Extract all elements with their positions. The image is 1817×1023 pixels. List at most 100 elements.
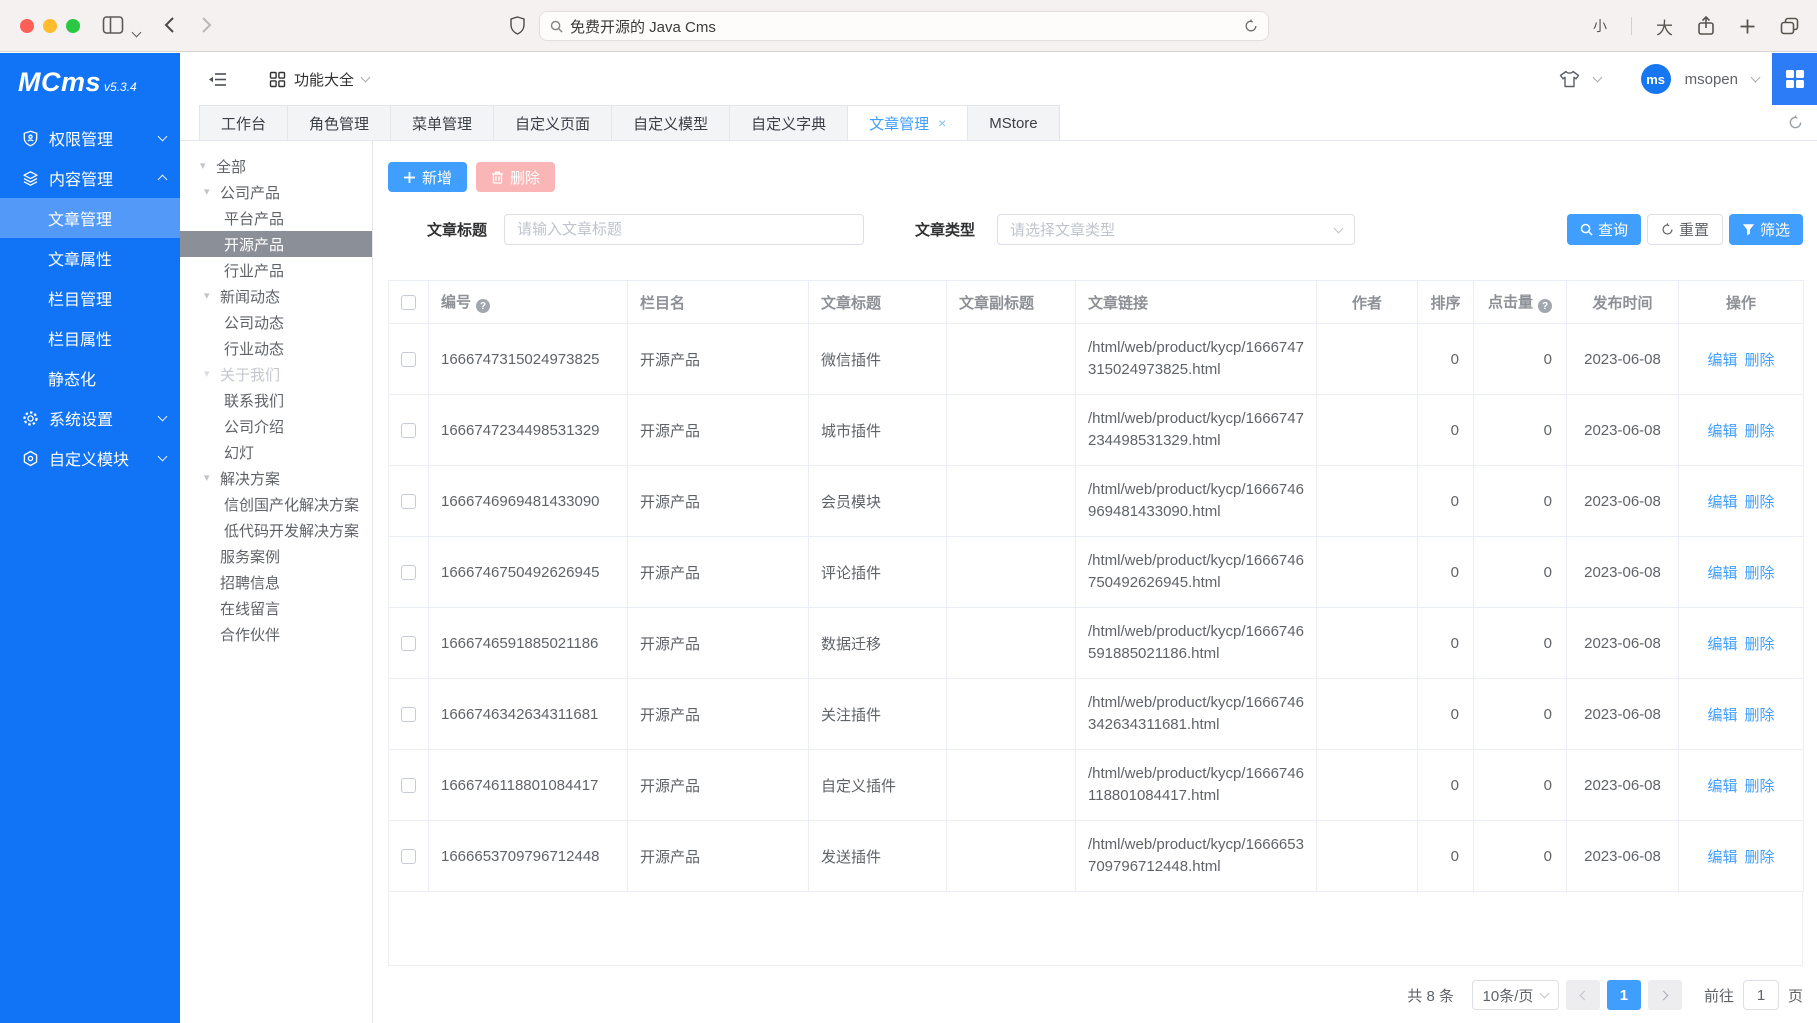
divider: [1631, 17, 1632, 35]
help-icon[interactable]: ?: [1538, 299, 1552, 313]
tree-node[interactable]: 招聘信息: [180, 569, 372, 595]
collapse-menu-icon[interactable]: [208, 71, 227, 88]
sidebar-item-column-attributes[interactable]: 栏目属性: [0, 318, 180, 358]
tree-node[interactable]: 服务案例: [180, 543, 372, 569]
edit-link[interactable]: 编辑: [1707, 420, 1737, 441]
tree-node-selected[interactable]: 开源产品: [180, 231, 372, 257]
sidebar-item-custom-modules[interactable]: 自定义模块: [0, 438, 180, 478]
row-checkbox[interactable]: [401, 707, 416, 722]
tab-custom-dict[interactable]: 自定义字典: [729, 105, 848, 140]
sidebar-item-permissions[interactable]: 权限管理: [0, 118, 180, 158]
edit-link[interactable]: 编辑: [1707, 562, 1737, 583]
zoom-window-button[interactable]: [66, 19, 80, 33]
share-icon[interactable]: [1697, 16, 1715, 36]
theme-icon[interactable]: [1559, 70, 1580, 88]
goto-page-input[interactable]: [1743, 980, 1779, 1010]
avatar[interactable]: ms: [1641, 64, 1671, 94]
article-title-input[interactable]: [504, 214, 864, 245]
tree-node[interactable]: 公司介绍: [180, 413, 372, 439]
close-window-button[interactable]: [20, 19, 34, 33]
chevron-down-icon[interactable]: [1751, 73, 1761, 83]
row-checkbox[interactable]: [401, 778, 416, 793]
delete-link[interactable]: 删除: [1745, 420, 1775, 441]
minimize-window-button[interactable]: [43, 19, 57, 33]
tree-node[interactable]: 公司动态: [180, 309, 372, 335]
edit-link[interactable]: 编辑: [1707, 704, 1737, 725]
browser-sidebar-icon[interactable]: [102, 15, 124, 35]
apps-launcher-button[interactable]: [1772, 53, 1817, 105]
delete-link[interactable]: 删除: [1745, 349, 1775, 370]
tree-node-all[interactable]: ▾全部: [180, 153, 372, 179]
tree-node[interactable]: ▾新闻动态: [180, 283, 372, 309]
row-checkbox[interactable]: [401, 849, 416, 864]
row-checkbox[interactable]: [401, 636, 416, 651]
sidebar-item-system-settings[interactable]: 系统设置: [0, 398, 180, 438]
chevron-down-icon[interactable]: [133, 23, 140, 40]
tree-node-disabled[interactable]: ▾关于我们: [180, 361, 372, 387]
prev-page-button[interactable]: [1566, 980, 1600, 1010]
address-bar[interactable]: 免费开源的 Java Cms: [539, 11, 1269, 41]
tab-menu-management[interactable]: 菜单管理: [390, 105, 494, 140]
page-size-select[interactable]: 10条/页: [1472, 980, 1559, 1010]
select-all-checkbox[interactable]: [401, 295, 416, 310]
reload-icon[interactable]: [1244, 19, 1258, 33]
tree-node[interactable]: 幻灯: [180, 439, 372, 465]
sidebar-item-content[interactable]: 内容管理: [0, 158, 180, 198]
text-larger-button[interactable]: 大: [1656, 14, 1673, 39]
new-tab-icon[interactable]: [1739, 18, 1756, 35]
row-checkbox[interactable]: [401, 352, 416, 367]
text-smaller-button[interactable]: 小: [1593, 16, 1607, 36]
tree-node[interactable]: 行业动态: [180, 335, 372, 361]
tree-node[interactable]: ▾公司产品: [180, 179, 372, 205]
back-button[interactable]: [164, 16, 176, 34]
delete-link[interactable]: 删除: [1745, 846, 1775, 867]
search-button[interactable]: 查询: [1567, 214, 1641, 245]
edit-link[interactable]: 编辑: [1707, 775, 1737, 796]
row-checkbox[interactable]: [401, 494, 416, 509]
tree-node[interactable]: 联系我们: [180, 387, 372, 413]
tree-node[interactable]: 信创国产化解决方案: [180, 491, 372, 517]
delete-link[interactable]: 删除: [1745, 562, 1775, 583]
tab-role-management[interactable]: 角色管理: [287, 105, 391, 140]
privacy-shield-icon[interactable]: [510, 16, 525, 35]
add-button[interactable]: 新增: [388, 162, 467, 192]
delete-button[interactable]: 删除: [476, 162, 555, 192]
delete-link[interactable]: 删除: [1745, 704, 1775, 725]
delete-link[interactable]: 删除: [1745, 775, 1775, 796]
delete-link[interactable]: 删除: [1745, 491, 1775, 512]
sidebar-item-column-management[interactable]: 栏目管理: [0, 278, 180, 318]
filter-button[interactable]: 筛选: [1729, 214, 1803, 245]
tree-node[interactable]: 行业产品: [180, 257, 372, 283]
edit-link[interactable]: 编辑: [1707, 846, 1737, 867]
edit-link[interactable]: 编辑: [1707, 349, 1737, 370]
help-icon[interactable]: ?: [476, 299, 490, 313]
sidebar-item-article-management[interactable]: 文章管理: [0, 198, 180, 238]
edit-link[interactable]: 编辑: [1707, 491, 1737, 512]
refresh-tabs-icon[interactable]: [1788, 115, 1803, 130]
tab-custom-page[interactable]: 自定义页面: [493, 105, 612, 140]
forward-button[interactable]: [200, 16, 212, 34]
chevron-down-icon[interactable]: [1592, 73, 1602, 83]
feature-menu-trigger[interactable]: 功能大全: [269, 69, 369, 90]
edit-link[interactable]: 编辑: [1707, 633, 1737, 654]
close-icon[interactable]: ×: [938, 115, 946, 131]
tab-mstore[interactable]: MStore: [967, 105, 1059, 140]
tab-custom-model[interactable]: 自定义模型: [611, 105, 730, 140]
tree-node[interactable]: 平台产品: [180, 205, 372, 231]
tab-article-management[interactable]: 文章管理 ×: [847, 105, 968, 140]
delete-link[interactable]: 删除: [1745, 633, 1775, 654]
reset-button[interactable]: 重置: [1647, 214, 1723, 245]
next-page-button[interactable]: [1648, 980, 1682, 1010]
sidebar-item-staticize[interactable]: 静态化: [0, 358, 180, 398]
row-checkbox[interactable]: [401, 423, 416, 438]
page-1-button[interactable]: 1: [1607, 980, 1641, 1010]
article-type-select[interactable]: 请选择文章类型: [997, 214, 1355, 245]
tree-node[interactable]: 合作伙伴: [180, 621, 372, 647]
tree-node[interactable]: 低代码开发解决方案: [180, 517, 372, 543]
tab-overview-icon[interactable]: [1780, 17, 1799, 35]
tab-workbench[interactable]: 工作台: [199, 105, 288, 140]
tree-node[interactable]: ▾解决方案: [180, 465, 372, 491]
sidebar-item-article-attributes[interactable]: 文章属性: [0, 238, 180, 278]
tree-node[interactable]: 在线留言: [180, 595, 372, 621]
row-checkbox[interactable]: [401, 565, 416, 580]
